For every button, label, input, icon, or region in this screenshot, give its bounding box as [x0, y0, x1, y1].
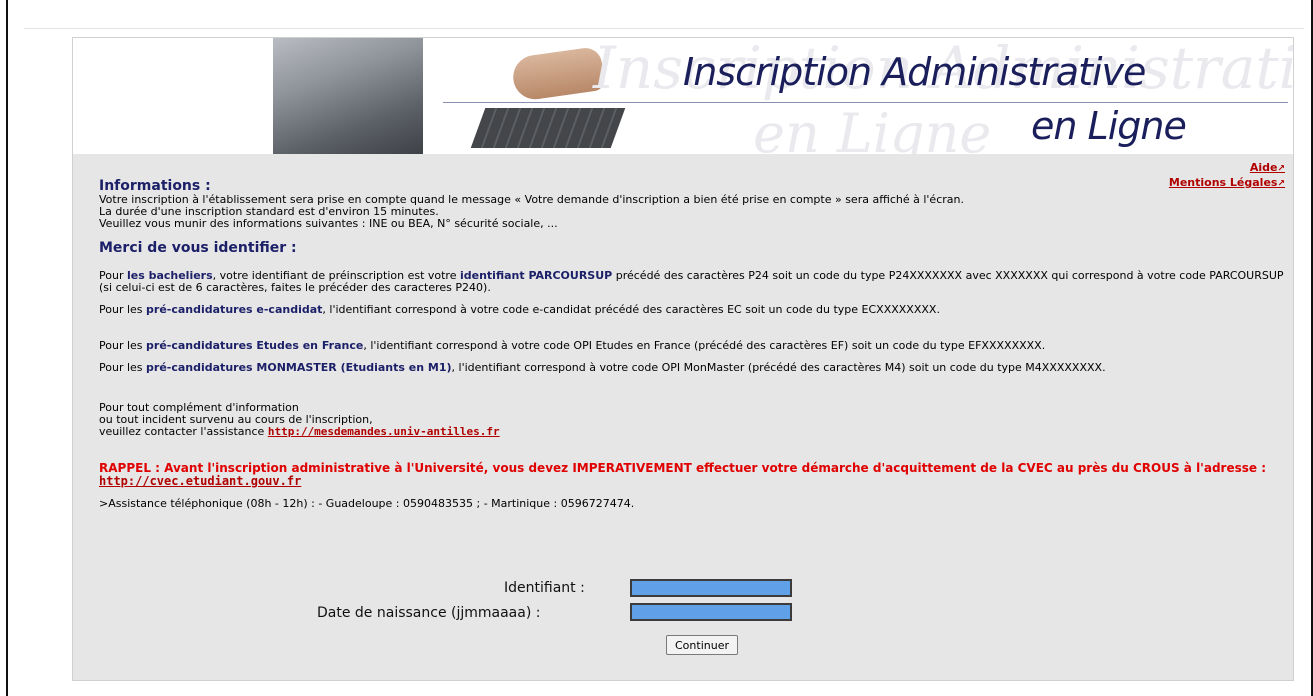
banner-keyboard-image [273, 38, 626, 154]
window-left-border [6, 0, 8, 696]
banner-rule [443, 102, 1288, 103]
informations-heading: Informations : [99, 178, 211, 194]
rappel-text: RAPPEL : Avant l'inscription administrat… [99, 461, 1266, 488]
continuer-button[interactable]: Continuer [666, 635, 738, 655]
identifiant-label: Identifiant : [504, 580, 585, 596]
etudes-france-paragraph: Pour les pré-candidatures Etudes en Fran… [99, 339, 1046, 352]
banner-title: Inscription Administrative [683, 50, 1146, 94]
ecandidat-paragraph: Pour les pré-candidatures e-candidat, l'… [99, 303, 940, 316]
banner-watermark-text-2: en Ligne [753, 102, 992, 154]
identifiant-input[interactable] [630, 579, 792, 597]
assistance-line-3: veuillez contacter l'assistance http://m… [99, 425, 500, 438]
assistance-link[interactable]: http://mesdemandes.univ-antilles.fr [268, 425, 500, 438]
phone-assistance: >Assistance téléphonique (08h - 12h) : -… [99, 497, 635, 510]
date-naissance-input[interactable] [630, 603, 792, 621]
info-line-3: Veuillez vous munir des informations sui… [99, 217, 558, 230]
aide-link[interactable]: Aide↗ [1169, 161, 1285, 176]
external-link-icon: ↗ [1277, 164, 1285, 174]
identify-heading: Merci de vous identifier : [99, 240, 297, 256]
date-naissance-label: Date de naissance (jjmmaaaa) : [317, 605, 541, 621]
banner-subtitle: en Ligne [1031, 104, 1187, 148]
monmaster-paragraph: Pour les pré-candidatures MONMASTER (Etu… [99, 361, 1106, 374]
content-area: Informations : Votre inscription à l'éta… [99, 178, 1284, 510]
header-banner: Inscription Administrative en Ligne Insc… [73, 38, 1293, 154]
bacheliers-paragraph: Pour les bacheliers, votre identifiant d… [99, 269, 1284, 294]
main-panel: Inscription Administrative en Ligne Insc… [72, 37, 1294, 681]
cvec-link[interactable]: http://cvec.etudiant.gouv.fr [99, 474, 301, 488]
top-divider [24, 28, 1304, 29]
